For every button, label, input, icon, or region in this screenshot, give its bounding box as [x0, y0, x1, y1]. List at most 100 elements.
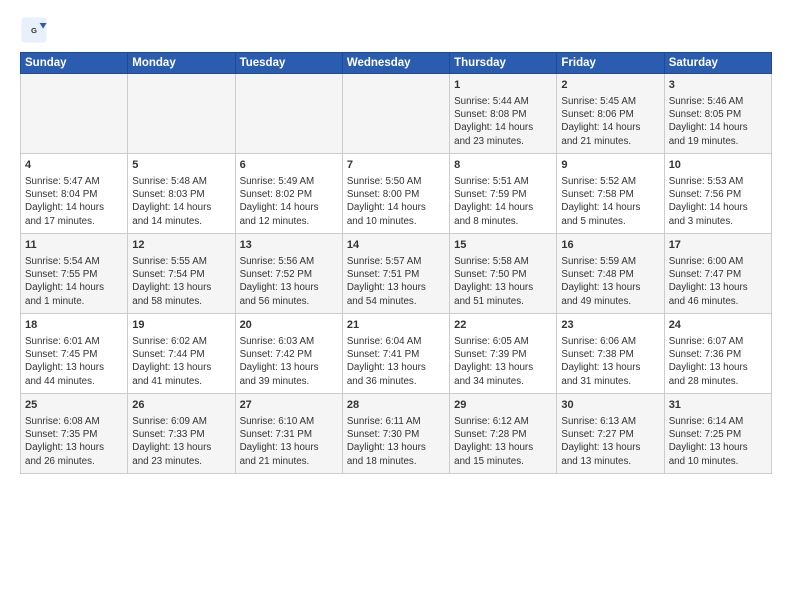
header-row: SundayMondayTuesdayWednesdayThursdayFrid…	[21, 53, 772, 74]
cell-1-1: 5 Sunrise: 5:48 AM Sunset: 8:03 PM Daylig…	[128, 154, 235, 234]
cell-date-number: 9	[561, 158, 659, 173]
cell-info-text: Sunrise: 5:57 AM Sunset: 7:51 PM Dayligh…	[347, 255, 445, 308]
cell-info-text: Sunrise: 6:03 AM Sunset: 7:42 PM Dayligh…	[240, 335, 338, 388]
cell-date-number: 11	[25, 238, 123, 253]
cell-info-text: Sunrise: 5:56 AM Sunset: 7:52 PM Dayligh…	[240, 255, 338, 308]
cell-4-1: 26 Sunrise: 6:09 AM Sunset: 7:33 PM Dayli…	[128, 394, 235, 474]
cell-0-6: 3 Sunrise: 5:46 AM Sunset: 8:05 PM Daylig…	[664, 74, 771, 154]
cell-2-2: 13 Sunrise: 5:56 AM Sunset: 7:52 PM Dayli…	[235, 234, 342, 314]
cell-3-0: 18 Sunrise: 6:01 AM Sunset: 7:45 PM Dayli…	[21, 314, 128, 394]
cell-date-number: 2	[561, 78, 659, 93]
logo: G	[20, 16, 52, 44]
cell-0-5: 2 Sunrise: 5:45 AM Sunset: 8:06 PM Daylig…	[557, 74, 664, 154]
week-row-5: 25 Sunrise: 6:08 AM Sunset: 7:35 PM Dayli…	[21, 394, 772, 474]
calendar-body: 1Sunrise: 5:44 AM Sunset: 8:08 PM Daylig…	[21, 74, 772, 474]
cell-date-number: 1	[454, 78, 552, 93]
cell-info-text: Sunrise: 6:10 AM Sunset: 7:31 PM Dayligh…	[240, 415, 338, 468]
cell-date-number: 23	[561, 318, 659, 333]
cell-info-text: Sunrise: 6:00 AM Sunset: 7:47 PM Dayligh…	[669, 255, 767, 308]
cell-info-text: Sunrise: 5:52 AM Sunset: 7:58 PM Dayligh…	[561, 175, 659, 228]
header-wednesday: Wednesday	[342, 53, 449, 74]
cell-info-text: Sunrise: 6:04 AM Sunset: 7:41 PM Dayligh…	[347, 335, 445, 388]
cell-info-text: Sunrise: 6:13 AM Sunset: 7:27 PM Dayligh…	[561, 415, 659, 468]
cell-4-0: 25 Sunrise: 6:08 AM Sunset: 7:35 PM Dayli…	[21, 394, 128, 474]
cell-info-text: Sunrise: 6:14 AM Sunset: 7:25 PM Dayligh…	[669, 415, 767, 468]
cell-1-0: 4Sunrise: 5:47 AM Sunset: 8:04 PM Daylig…	[21, 154, 128, 234]
cell-date-number: 13	[240, 238, 338, 253]
cell-date-number: 26	[132, 398, 230, 413]
cell-info-text: Sunrise: 6:02 AM Sunset: 7:44 PM Dayligh…	[132, 335, 230, 388]
week-row-2: 4Sunrise: 5:47 AM Sunset: 8:04 PM Daylig…	[21, 154, 772, 234]
cell-0-0	[21, 74, 128, 154]
cell-date-number: 27	[240, 398, 338, 413]
cell-2-5: 16 Sunrise: 5:59 AM Sunset: 7:48 PM Dayli…	[557, 234, 664, 314]
cell-info-text: Sunrise: 5:58 AM Sunset: 7:50 PM Dayligh…	[454, 255, 552, 308]
cell-3-2: 20Sunrise: 6:03 AM Sunset: 7:42 PM Dayli…	[235, 314, 342, 394]
logo-icon: G	[20, 16, 48, 44]
cell-3-4: 22 Sunrise: 6:05 AM Sunset: 7:39 PM Dayli…	[450, 314, 557, 394]
cell-date-number: 6	[240, 158, 338, 173]
cell-info-text: Sunrise: 5:54 AM Sunset: 7:55 PM Dayligh…	[25, 255, 123, 308]
cell-1-5: 9 Sunrise: 5:52 AM Sunset: 7:58 PM Daylig…	[557, 154, 664, 234]
cell-4-6: 31Sunrise: 6:14 AM Sunset: 7:25 PM Dayli…	[664, 394, 771, 474]
cell-info-text: Sunrise: 5:46 AM Sunset: 8:05 PM Dayligh…	[669, 95, 767, 148]
cell-date-number: 28	[347, 398, 445, 413]
cell-2-1: 12 Sunrise: 5:55 AM Sunset: 7:54 PM Dayli…	[128, 234, 235, 314]
cell-info-text: Sunrise: 6:09 AM Sunset: 7:33 PM Dayligh…	[132, 415, 230, 468]
cell-date-number: 19	[132, 318, 230, 333]
cell-date-number: 3	[669, 78, 767, 93]
cell-1-2: 6 Sunrise: 5:49 AM Sunset: 8:02 PM Daylig…	[235, 154, 342, 234]
week-row-1: 1Sunrise: 5:44 AM Sunset: 8:08 PM Daylig…	[21, 74, 772, 154]
page: G SundayMondayTuesdayWednesdayThursdayFr…	[0, 0, 792, 612]
header-sunday: Sunday	[21, 53, 128, 74]
cell-2-6: 17Sunrise: 6:00 AM Sunset: 7:47 PM Dayli…	[664, 234, 771, 314]
cell-info-text: Sunrise: 6:01 AM Sunset: 7:45 PM Dayligh…	[25, 335, 123, 388]
cell-0-2	[235, 74, 342, 154]
cell-info-text: Sunrise: 5:48 AM Sunset: 8:03 PM Dayligh…	[132, 175, 230, 228]
cell-4-5: 30 Sunrise: 6:13 AM Sunset: 7:27 PM Dayli…	[557, 394, 664, 474]
header: G	[20, 16, 772, 44]
cell-info-text: Sunrise: 5:59 AM Sunset: 7:48 PM Dayligh…	[561, 255, 659, 308]
cell-3-5: 23 Sunrise: 6:06 AM Sunset: 7:38 PM Dayli…	[557, 314, 664, 394]
cell-info-text: Sunrise: 5:49 AM Sunset: 8:02 PM Dayligh…	[240, 175, 338, 228]
cell-date-number: 14	[347, 238, 445, 253]
cell-4-3: 28Sunrise: 6:11 AM Sunset: 7:30 PM Dayli…	[342, 394, 449, 474]
cell-date-number: 24	[669, 318, 767, 333]
cell-info-text: Sunrise: 6:08 AM Sunset: 7:35 PM Dayligh…	[25, 415, 123, 468]
cell-date-number: 21	[347, 318, 445, 333]
cell-4-2: 27 Sunrise: 6:10 AM Sunset: 7:31 PM Dayli…	[235, 394, 342, 474]
svg-text:G: G	[31, 26, 37, 35]
week-row-3: 11 Sunrise: 5:54 AM Sunset: 7:55 PM Dayli…	[21, 234, 772, 314]
header-friday: Friday	[557, 53, 664, 74]
calendar-table: SundayMondayTuesdayWednesdayThursdayFrid…	[20, 52, 772, 474]
cell-info-text: Sunrise: 6:07 AM Sunset: 7:36 PM Dayligh…	[669, 335, 767, 388]
header-tuesday: Tuesday	[235, 53, 342, 74]
cell-date-number: 18	[25, 318, 123, 333]
cell-2-3: 14 Sunrise: 5:57 AM Sunset: 7:51 PM Dayli…	[342, 234, 449, 314]
cell-date-number: 29	[454, 398, 552, 413]
cell-date-number: 25	[25, 398, 123, 413]
calendar-header: SundayMondayTuesdayWednesdayThursdayFrid…	[21, 53, 772, 74]
cell-info-text: Sunrise: 5:53 AM Sunset: 7:56 PM Dayligh…	[669, 175, 767, 228]
cell-info-text: Sunrise: 6:06 AM Sunset: 7:38 PM Dayligh…	[561, 335, 659, 388]
cell-info-text: Sunrise: 5:51 AM Sunset: 7:59 PM Dayligh…	[454, 175, 552, 228]
cell-info-text: Sunrise: 5:45 AM Sunset: 8:06 PM Dayligh…	[561, 95, 659, 148]
cell-1-4: 8Sunrise: 5:51 AM Sunset: 7:59 PM Daylig…	[450, 154, 557, 234]
cell-1-3: 7Sunrise: 5:50 AM Sunset: 8:00 PM Daylig…	[342, 154, 449, 234]
cell-info-text: Sunrise: 6:05 AM Sunset: 7:39 PM Dayligh…	[454, 335, 552, 388]
cell-0-4: 1Sunrise: 5:44 AM Sunset: 8:08 PM Daylig…	[450, 74, 557, 154]
cell-date-number: 22	[454, 318, 552, 333]
cell-1-6: 10 Sunrise: 5:53 AM Sunset: 7:56 PM Dayli…	[664, 154, 771, 234]
cell-date-number: 5	[132, 158, 230, 173]
cell-2-0: 11 Sunrise: 5:54 AM Sunset: 7:55 PM Dayli…	[21, 234, 128, 314]
cell-date-number: 15	[454, 238, 552, 253]
cell-info-text: Sunrise: 5:55 AM Sunset: 7:54 PM Dayligh…	[132, 255, 230, 308]
cell-date-number: 16	[561, 238, 659, 253]
cell-0-1	[128, 74, 235, 154]
cell-date-number: 12	[132, 238, 230, 253]
cell-date-number: 10	[669, 158, 767, 173]
cell-4-4: 29Sunrise: 6:12 AM Sunset: 7:28 PM Dayli…	[450, 394, 557, 474]
header-thursday: Thursday	[450, 53, 557, 74]
cell-3-1: 19 Sunrise: 6:02 AM Sunset: 7:44 PM Dayli…	[128, 314, 235, 394]
cell-date-number: 30	[561, 398, 659, 413]
